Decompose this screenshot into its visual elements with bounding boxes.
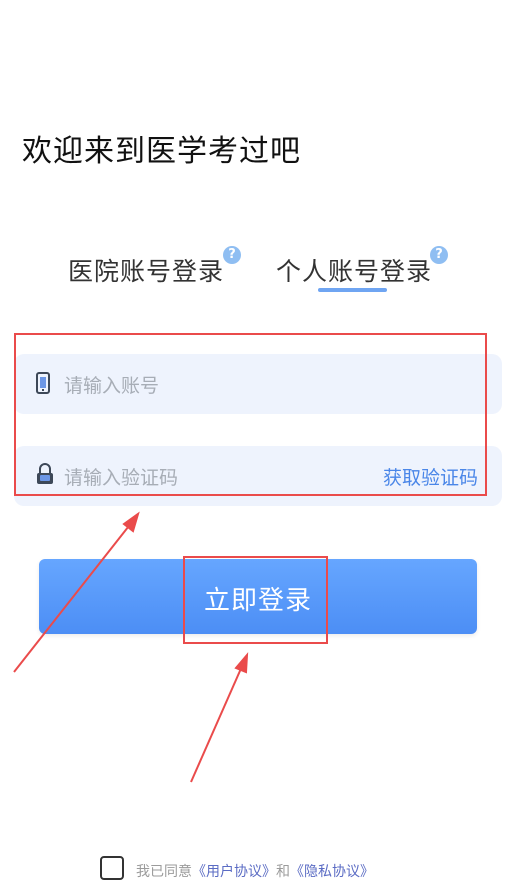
user-agreement-link[interactable]: 《用户协议》 (192, 864, 276, 880)
annotation-arrowhead-2 (234, 652, 249, 674)
agreement-prefix: 我已同意 (136, 864, 192, 880)
annotation-arrow-1 (13, 521, 133, 673)
agreement-text: 我已同意《用户协议》和《隐私协议》 (136, 861, 374, 881)
privacy-agreement-link[interactable]: 《隐私协议》 (290, 864, 374, 880)
agreement-conjunction: 和 (276, 864, 290, 880)
annotation-arrows (13, 511, 249, 783)
agree-checkbox[interactable] (100, 856, 124, 880)
annotation-arrow-2 (190, 663, 244, 783)
